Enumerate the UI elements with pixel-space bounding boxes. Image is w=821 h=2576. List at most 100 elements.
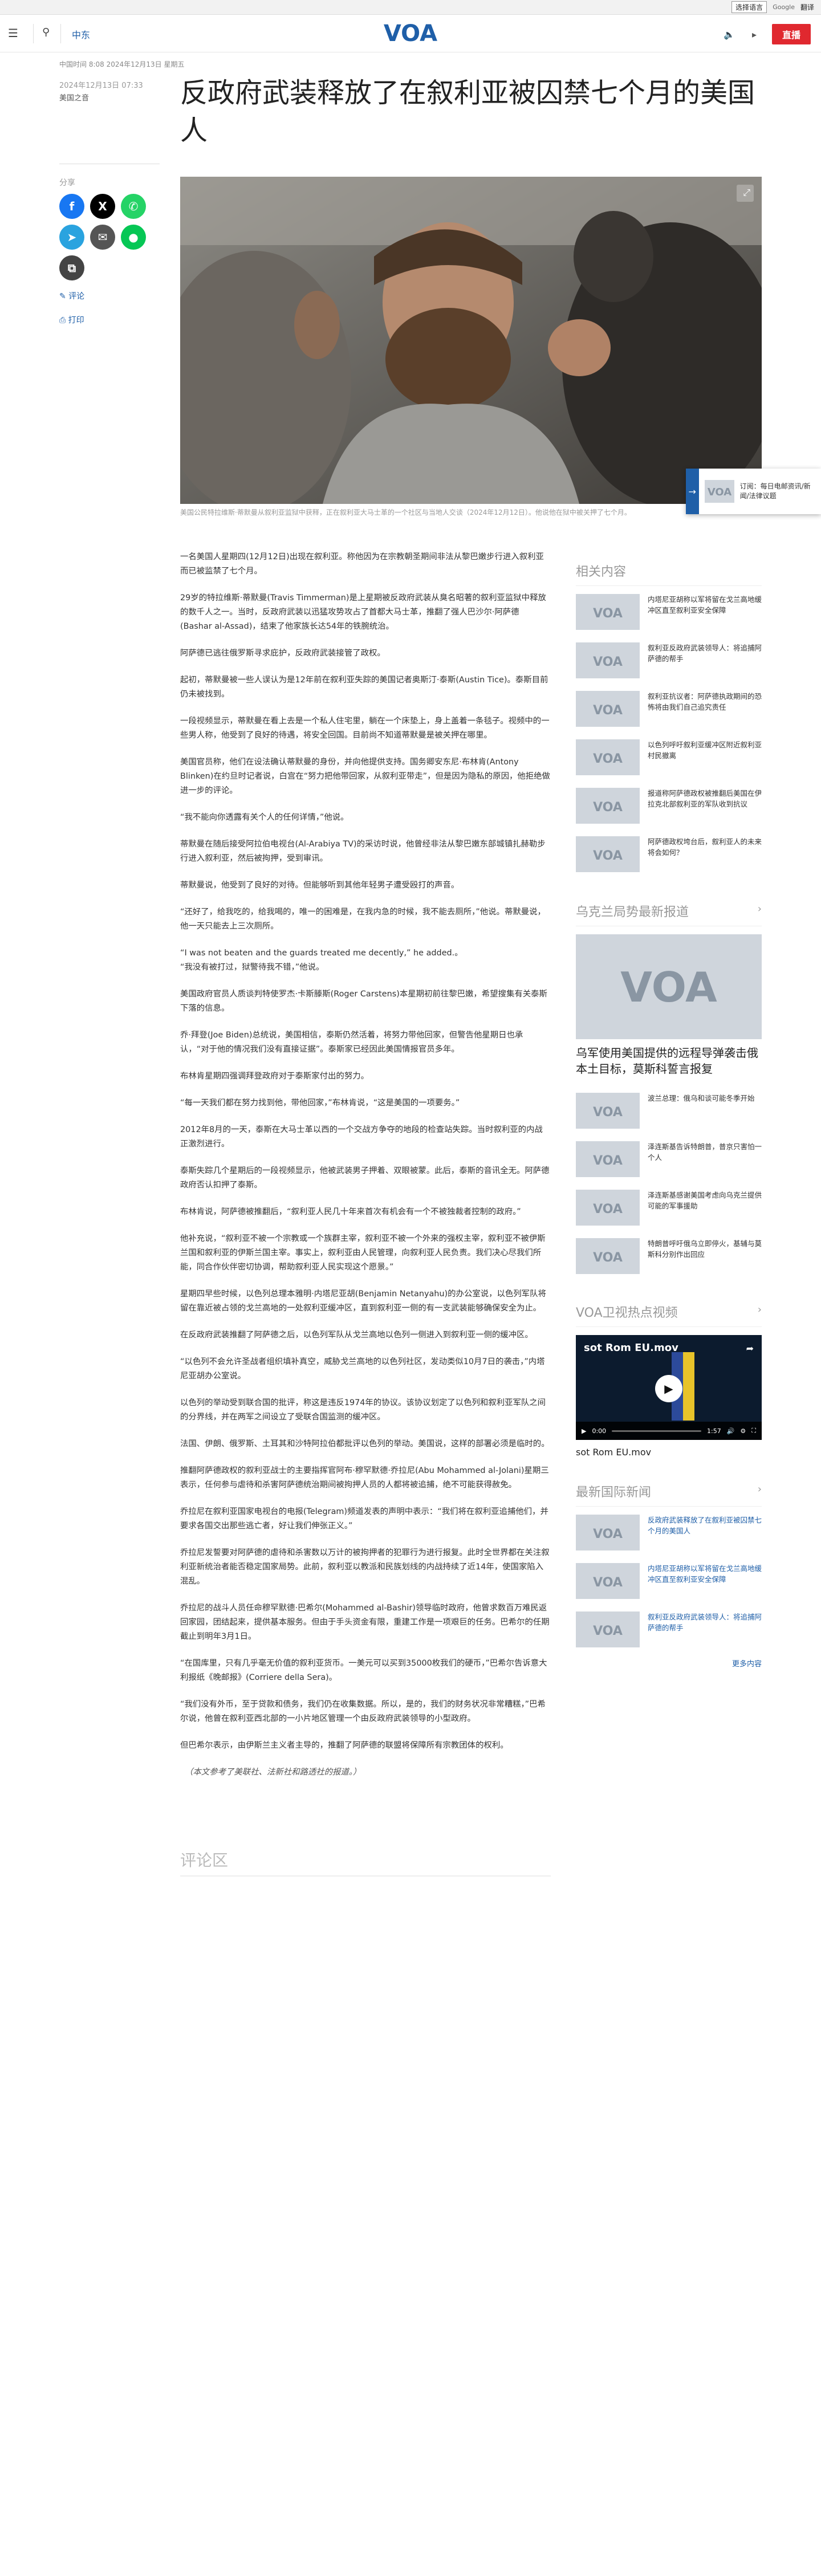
thumbnail[interactable]: VOA: [576, 739, 640, 775]
fullscreen-icon[interactable]: ⛶: [751, 1427, 756, 1435]
article-meta: 2024年12月13日 07:33 美国之音: [59, 80, 151, 105]
voa-logo[interactable]: VOA: [381, 21, 440, 47]
telegram-share-button[interactable]: ➤: [59, 225, 84, 250]
print-link[interactable]: ⎙ 打印: [59, 312, 160, 328]
thumbnail[interactable]: VOA: [576, 691, 640, 727]
thumbnail[interactable]: VOA: [576, 594, 640, 630]
list-item[interactable]: VOA 内塔尼亚胡称以军将留在戈兰高地缓冲区直至叙利亚安全保障: [576, 594, 762, 630]
expand-icon[interactable]: ⤢: [743, 187, 750, 198]
section-link[interactable]: 中东: [72, 27, 90, 41]
whatsapp-share-button[interactable]: ✆: [121, 194, 146, 219]
article-paragraph: 星期四早些时候，以色列总理本雅明·内塔尼亚胡(Benjamin Netanyah…: [180, 1289, 546, 1313]
voa-logo: VOA: [620, 964, 717, 1010]
video-heading[interactable]: VOA卫视热点视频: [576, 1306, 678, 1320]
share-icon[interactable]: ➦: [746, 1343, 754, 1354]
list-item-title[interactable]: 波兰总理：俄乌和谈可能冬季开始: [648, 1093, 755, 1129]
list-item[interactable]: VOA 报道称阿萨德政权被推翻后美国在伊拉克北部叙利亚的军队收到抗议: [576, 788, 762, 824]
thumbnail[interactable]: VOA: [576, 788, 640, 824]
line-share-button[interactable]: ●: [121, 225, 146, 250]
list-item[interactable]: VOA 泽连斯基感谢美国考虑向乌克兰提供可能的军事援助: [576, 1190, 762, 1226]
list-item[interactable]: VOA 叙利亚反政府武装领导人：将追捕阿萨德的帮手: [576, 642, 762, 678]
audio-icon[interactable]: 🔈: [722, 29, 737, 40]
svg-text:VOA: VOA: [593, 849, 623, 862]
list-item-title[interactable]: 叙利亚反政府武装领导人：将追捕阿萨德的帮手: [648, 642, 762, 678]
list-item[interactable]: VOA 以色列呼吁叙利亚缓冲区附近叙利亚村民撤离: [576, 739, 762, 775]
hero-image: ⤢: [180, 177, 762, 504]
thumbnail[interactable]: VOA: [576, 1141, 640, 1177]
more-link[interactable]: 更多内容: [576, 1658, 762, 1669]
list-item-title[interactable]: 泽连斯基感谢美国考虑向乌克兰提供可能的军事援助: [648, 1190, 762, 1226]
list-item-title[interactable]: 特朗普呼吁俄乌立即停火，基辅与莫斯科分别作出回应: [648, 1238, 762, 1274]
svg-text:VOA: VOA: [593, 800, 623, 813]
chevron-right-icon[interactable]: ›: [758, 903, 762, 915]
play-icon[interactable]: ▶: [655, 1375, 682, 1402]
play-control-icon[interactable]: ▶: [582, 1427, 586, 1435]
facebook-share-button[interactable]: f: [59, 194, 84, 219]
settings-icon[interactable]: ⚙: [740, 1427, 746, 1435]
list-item[interactable]: VOA 反政府武装释放了在叙利亚被囚禁七个月的美国人: [576, 1515, 762, 1551]
chevron-right-icon[interactable]: ›: [758, 1483, 762, 1495]
ukraine-feature-image[interactable]: VOA: [576, 934, 762, 1039]
thumbnail[interactable]: VOA: [576, 1190, 640, 1226]
x-share-button[interactable]: X: [90, 194, 115, 219]
video-icon[interactable]: ▸: [747, 29, 762, 40]
hero-photo: [180, 177, 762, 504]
menu-icon[interactable]: ☰: [8, 27, 22, 39]
list-item-title[interactable]: 叙利亚抗议者：阿萨德执政期间的恐怖将由我们自己追究责任: [648, 691, 762, 727]
share-label: 分享: [59, 178, 75, 188]
svg-text:VOA: VOA: [593, 1202, 623, 1215]
svg-text:VOA: VOA: [593, 1527, 623, 1540]
chevron-right-icon[interactable]: ›: [758, 1304, 762, 1316]
subscribe-popup[interactable]: → VOA 订阅：每日电邮资讯/新闻/法律议题: [686, 469, 821, 514]
thumbnail[interactable]: VOA: [576, 1515, 640, 1551]
article-paragraph: 以色列的举动受到联合国的批评，称这是违反1974年的协议。该协议划定了以色列和叙…: [180, 1398, 546, 1422]
list-item-title[interactable]: 内塔尼亚胡称以军将留在戈兰高地缓冲区直至叙利亚安全保障: [648, 1563, 762, 1599]
article-paragraph: 2012年8月的一天，泰斯在大马士革以西的一个交战方争夺的地段的检查站失踪。当时…: [180, 1125, 543, 1149]
list-item-title[interactable]: 反政府武装释放了在叙利亚被囚禁七个月的美国人: [648, 1515, 762, 1551]
list-item-title[interactable]: 泽连斯基告诉特朗普，普京只害怕一个人: [648, 1141, 762, 1177]
article-paragraph: “每一天我们都在努力找到他，带他回家，”布林肯说，“这是美国的一项要务。”: [180, 1098, 460, 1108]
latest-heading[interactable]: 最新国际新闻: [576, 1486, 651, 1500]
seek-bar[interactable]: [612, 1430, 702, 1432]
article-paragraph: 起初，蒂默曼被一些人误认为是12年前在叙利亚失踪的美国记者奥斯汀·泰斯(Aust…: [180, 675, 548, 699]
thumbnail[interactable]: VOA: [576, 1611, 640, 1647]
list-item[interactable]: VOA 波兰总理：俄乌和谈可能冬季开始: [576, 1093, 762, 1129]
list-item[interactable]: VOA 特朗普呼吁俄乌立即停火，基辅与莫斯科分别作出回应: [576, 1238, 762, 1274]
ukraine-feature-title[interactable]: 乌军使用美国提供的远程导弹袭击俄本土目标，莫斯科誓言报复: [576, 1045, 762, 1077]
list-item[interactable]: VOA 叙利亚抗议者：阿萨德执政期间的恐怖将由我们自己追究责任: [576, 691, 762, 727]
list-item-title[interactable]: 叙利亚反政府武装领导人：将追捕阿萨德的帮手: [648, 1611, 762, 1647]
list-item-title[interactable]: 以色列呼吁叙利亚缓冲区附近叙利亚村民撤离: [648, 739, 762, 775]
arrow-icon[interactable]: →: [686, 469, 699, 514]
article-source[interactable]: 美国之音: [59, 92, 151, 105]
svg-text:VOA: VOA: [593, 1624, 623, 1637]
list-item[interactable]: VOA 阿萨德政权垮台后，叙利亚人的未来将会如何？: [576, 836, 762, 872]
article-paragraph: 一名美国人星期四(12月12日)出现在叙利亚。称他因为在宗教朝圣期间非法从黎巴嫩…: [180, 552, 544, 576]
comment-link[interactable]: ✎ 评论: [59, 288, 160, 304]
list-item[interactable]: VOA 泽连斯基告诉特朗普，普京只害怕一个人: [576, 1141, 762, 1177]
thumbnail[interactable]: VOA: [576, 1563, 640, 1599]
popup-text: 订阅：每日电邮资讯/新闻/法律议题: [739, 482, 811, 500]
article-paragraph: 美国政府官员人质谈判特使罗杰·卡斯滕斯(Roger Carstens)本星期初前…: [180, 990, 547, 1013]
popup-logo: VOA: [704, 480, 734, 503]
thumbnail[interactable]: VOA: [576, 836, 640, 872]
video-title: sot Rom EU.mov: [584, 1342, 678, 1354]
ukraine-heading[interactable]: 乌克兰局势最新报道: [576, 905, 689, 919]
article-paragraph: 阿萨德已逃往俄罗斯寻求庇护，反政府武装接管了政权。: [180, 649, 385, 658]
email-share-button[interactable]: ✉: [90, 225, 115, 250]
list-item-title[interactable]: 报道称阿萨德政权被推翻后美国在伊拉克北部叙利亚的军队收到抗议: [648, 788, 762, 824]
list-item-title[interactable]: 内塔尼亚胡称以军将留在戈兰高地缓冲区直至叙利亚安全保障: [648, 594, 762, 630]
video-caption[interactable]: sot Rom EU.mov: [576, 1447, 762, 1458]
language-select[interactable]: 选择语言: [731, 1, 767, 13]
thumbnail[interactable]: VOA: [576, 642, 640, 678]
video-player[interactable]: sot Rom EU.mov ➦ ▶ ▶ 0:00 1:57 🔊 ⚙ ⛶: [576, 1335, 762, 1440]
thumbnail[interactable]: VOA: [576, 1093, 640, 1129]
list-item[interactable]: VOA 内塔尼亚胡称以军将留在戈兰高地缓冲区直至叙利亚安全保障: [576, 1563, 762, 1599]
search-icon[interactable]: ⚲: [42, 26, 50, 38]
list-item-title[interactable]: 阿萨德政权垮台后，叙利亚人的未来将会如何？: [648, 836, 762, 872]
live-button[interactable]: 直播: [771, 24, 811, 44]
list-item[interactable]: VOA 叙利亚反政府武装领导人：将追捕阿萨德的帮手: [576, 1611, 762, 1647]
volume-icon[interactable]: 🔊: [727, 1427, 735, 1435]
copy-link-button[interactable]: ⧉: [59, 255, 84, 280]
translate-label[interactable]: 翻译: [800, 2, 814, 12]
thumbnail[interactable]: VOA: [576, 1238, 640, 1274]
